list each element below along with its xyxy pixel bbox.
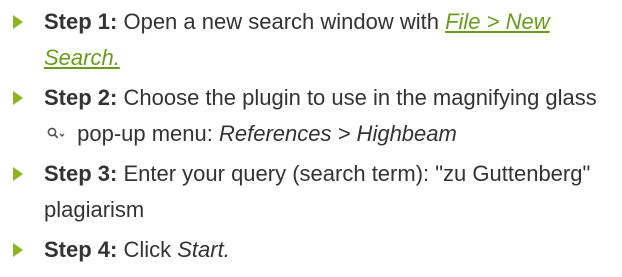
step-item-3: Step 3: Enter your query (search term): … xyxy=(0,156,622,228)
step-item-1: Step 1: Open a new search window with Fi… xyxy=(0,4,622,76)
step-item-2: Step 2: Choose the plugin to use in the … xyxy=(0,80,622,152)
step-label: Step 1: xyxy=(44,9,118,34)
step-list: Step 1: Open a new search window with Fi… xyxy=(0,4,622,272)
step-text: Enter your query (search term): "zu Gutt… xyxy=(44,161,591,222)
bullet-triangle-icon xyxy=(13,15,23,29)
step-label: Step 4: xyxy=(44,237,118,262)
menu-path-text: References > Highbeam xyxy=(218,121,457,146)
magnifier-dropdown-icon xyxy=(47,127,65,139)
step-text: pop-up menu: xyxy=(71,121,219,146)
bullet-triangle-icon xyxy=(13,167,23,181)
bullet-triangle-icon xyxy=(13,243,23,257)
step-text: Open a new search window with xyxy=(117,9,446,34)
step-text: Choose the plugin to use in the magnifyi… xyxy=(117,85,597,110)
step-text: Click xyxy=(117,237,178,262)
bullet-triangle-icon xyxy=(13,91,23,105)
step-label: Step 3: xyxy=(44,161,118,186)
start-button-text: Start. xyxy=(177,237,230,262)
step-item-4: Step 4: Click Start. xyxy=(0,232,622,268)
step-label: Step 2: xyxy=(44,85,118,110)
